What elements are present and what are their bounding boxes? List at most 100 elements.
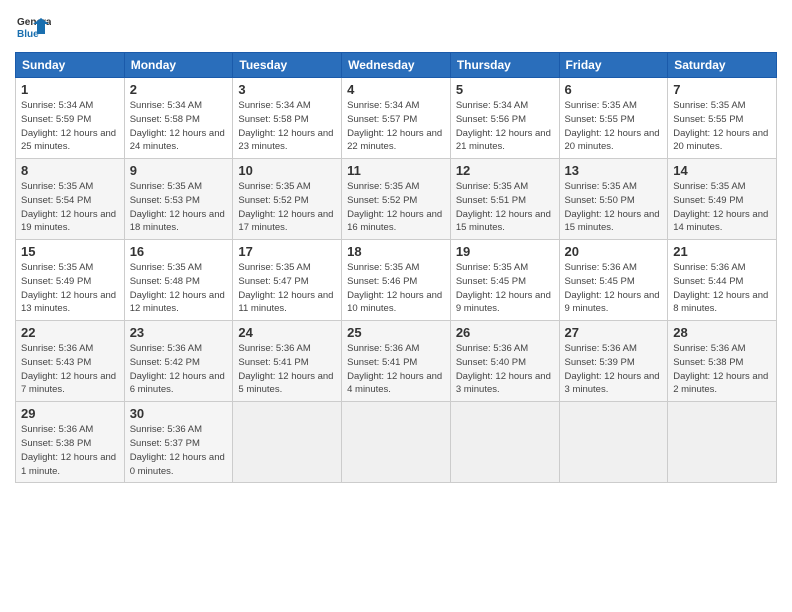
day-number: 18 [347, 244, 445, 259]
day-info: Sunrise: 5:36 AMSunset: 5:41 PMDaylight:… [347, 342, 445, 397]
day-info: Sunrise: 5:36 AMSunset: 5:43 PMDaylight:… [21, 342, 119, 397]
day-info: Sunrise: 5:36 AMSunset: 5:37 PMDaylight:… [130, 423, 228, 478]
day-info: Sunrise: 5:35 AMSunset: 5:52 PMDaylight:… [238, 180, 336, 235]
table-cell: 21 Sunrise: 5:36 AMSunset: 5:44 PMDayligh… [668, 240, 777, 321]
day-number: 13 [565, 163, 663, 178]
day-info: Sunrise: 5:34 AMSunset: 5:58 PMDaylight:… [238, 99, 336, 154]
day-info: Sunrise: 5:35 AMSunset: 5:49 PMDaylight:… [21, 261, 119, 316]
table-cell: 8 Sunrise: 5:35 AMSunset: 5:54 PMDaylight… [16, 159, 125, 240]
table-cell: 16 Sunrise: 5:35 AMSunset: 5:48 PMDayligh… [124, 240, 233, 321]
day-info: Sunrise: 5:34 AMSunset: 5:57 PMDaylight:… [347, 99, 445, 154]
day-number: 12 [456, 163, 554, 178]
calendar-header-row: Sunday Monday Tuesday Wednesday Thursday… [16, 53, 777, 78]
day-number: 4 [347, 82, 445, 97]
day-info: Sunrise: 5:36 AMSunset: 5:38 PMDaylight:… [673, 342, 771, 397]
col-monday: Monday [124, 53, 233, 78]
table-cell: 13 Sunrise: 5:35 AMSunset: 5:50 PMDayligh… [559, 159, 668, 240]
day-number: 20 [565, 244, 663, 259]
logo-icon: General Blue [15, 10, 51, 46]
day-info: Sunrise: 5:36 AMSunset: 5:38 PMDaylight:… [21, 423, 119, 478]
week-row-1: 1 Sunrise: 5:34 AMSunset: 5:59 PMDaylight… [16, 78, 777, 159]
day-number: 9 [130, 163, 228, 178]
table-cell [559, 402, 668, 483]
day-info: Sunrise: 5:35 AMSunset: 5:49 PMDaylight:… [673, 180, 771, 235]
table-cell: 29Sunrise: 5:36 AMSunset: 5:38 PMDayligh… [16, 402, 125, 483]
day-info: Sunrise: 5:34 AMSunset: 5:56 PMDaylight:… [456, 99, 554, 154]
table-cell: 3 Sunrise: 5:34 AMSunset: 5:58 PMDaylight… [233, 78, 342, 159]
day-number: 11 [347, 163, 445, 178]
day-number: 19 [456, 244, 554, 259]
col-tuesday: Tuesday [233, 53, 342, 78]
table-cell: 12Sunrise: 5:35 AMSunset: 5:51 PMDayligh… [450, 159, 559, 240]
day-info: Sunrise: 5:34 AMSunset: 5:58 PMDaylight:… [130, 99, 228, 154]
day-info: Sunrise: 5:36 AMSunset: 5:44 PMDaylight:… [673, 261, 771, 316]
page-container: General Blue Sunday Monday Tuesday Wedne… [0, 0, 792, 488]
day-info: Sunrise: 5:34 AMSunset: 5:59 PMDaylight:… [21, 99, 119, 154]
day-number: 28 [673, 325, 771, 340]
day-number: 16 [130, 244, 228, 259]
day-number: 30 [130, 406, 228, 421]
table-cell: 11 Sunrise: 5:35 AMSunset: 5:52 PMDayligh… [342, 159, 451, 240]
day-number: 2 [130, 82, 228, 97]
day-number: 1 [21, 82, 119, 97]
week-row-2: 8 Sunrise: 5:35 AMSunset: 5:54 PMDaylight… [16, 159, 777, 240]
table-cell: 22 Sunrise: 5:36 AMSunset: 5:43 PMDayligh… [16, 321, 125, 402]
day-number: 15 [21, 244, 119, 259]
col-sunday: Sunday [16, 53, 125, 78]
day-number: 8 [21, 163, 119, 178]
table-cell: 7 Sunrise: 5:35 AMSunset: 5:55 PMDaylight… [668, 78, 777, 159]
table-cell: 26Sunrise: 5:36 AMSunset: 5:40 PMDayligh… [450, 321, 559, 402]
day-info: Sunrise: 5:35 AMSunset: 5:50 PMDaylight:… [565, 180, 663, 235]
day-number: 27 [565, 325, 663, 340]
day-number: 25 [347, 325, 445, 340]
day-number: 5 [456, 82, 554, 97]
day-number: 14 [673, 163, 771, 178]
day-number: 22 [21, 325, 119, 340]
table-cell: 1 Sunrise: 5:34 AMSunset: 5:59 PMDaylight… [16, 78, 125, 159]
day-number: 3 [238, 82, 336, 97]
day-info: Sunrise: 5:35 AMSunset: 5:55 PMDaylight:… [565, 99, 663, 154]
table-cell: 30 Sunrise: 5:36 AMSunset: 5:37 PMDayligh… [124, 402, 233, 483]
table-cell: 5 Sunrise: 5:34 AMSunset: 5:56 PMDaylight… [450, 78, 559, 159]
table-cell [233, 402, 342, 483]
table-cell: 27 Sunrise: 5:36 AMSunset: 5:39 PMDayligh… [559, 321, 668, 402]
day-info: Sunrise: 5:36 AMSunset: 5:45 PMDaylight:… [565, 261, 663, 316]
table-cell: 28 Sunrise: 5:36 AMSunset: 5:38 PMDayligh… [668, 321, 777, 402]
day-info: Sunrise: 5:35 AMSunset: 5:45 PMDaylight:… [456, 261, 554, 316]
table-cell: 4 Sunrise: 5:34 AMSunset: 5:57 PMDaylight… [342, 78, 451, 159]
day-number: 17 [238, 244, 336, 259]
table-cell: 20 Sunrise: 5:36 AMSunset: 5:45 PMDayligh… [559, 240, 668, 321]
day-info: Sunrise: 5:35 AMSunset: 5:53 PMDaylight:… [130, 180, 228, 235]
table-cell: 9 Sunrise: 5:35 AMSunset: 5:53 PMDaylight… [124, 159, 233, 240]
day-number: 10 [238, 163, 336, 178]
day-info: Sunrise: 5:36 AMSunset: 5:39 PMDaylight:… [565, 342, 663, 397]
logo: General Blue [15, 10, 55, 46]
table-cell: 2 Sunrise: 5:34 AMSunset: 5:58 PMDaylight… [124, 78, 233, 159]
day-info: Sunrise: 5:36 AMSunset: 5:41 PMDaylight:… [238, 342, 336, 397]
table-cell [668, 402, 777, 483]
col-saturday: Saturday [668, 53, 777, 78]
table-cell: 15 Sunrise: 5:35 AMSunset: 5:49 PMDayligh… [16, 240, 125, 321]
day-number: 26 [456, 325, 554, 340]
table-cell: 23Sunrise: 5:36 AMSunset: 5:42 PMDayligh… [124, 321, 233, 402]
day-info: Sunrise: 5:35 AMSunset: 5:47 PMDaylight:… [238, 261, 336, 316]
week-row-5: 29Sunrise: 5:36 AMSunset: 5:38 PMDayligh… [16, 402, 777, 483]
table-cell: 17 Sunrise: 5:35 AMSunset: 5:47 PMDayligh… [233, 240, 342, 321]
day-number: 21 [673, 244, 771, 259]
day-info: Sunrise: 5:35 AMSunset: 5:46 PMDaylight:… [347, 261, 445, 316]
table-cell: 24Sunrise: 5:36 AMSunset: 5:41 PMDayligh… [233, 321, 342, 402]
table-cell: 14 Sunrise: 5:35 AMSunset: 5:49 PMDayligh… [668, 159, 777, 240]
day-number: 7 [673, 82, 771, 97]
table-cell: 18 Sunrise: 5:35 AMSunset: 5:46 PMDayligh… [342, 240, 451, 321]
week-row-3: 15 Sunrise: 5:35 AMSunset: 5:49 PMDayligh… [16, 240, 777, 321]
week-row-4: 22 Sunrise: 5:36 AMSunset: 5:43 PMDayligh… [16, 321, 777, 402]
table-cell [342, 402, 451, 483]
day-number: 23 [130, 325, 228, 340]
table-cell: 6 Sunrise: 5:35 AMSunset: 5:55 PMDaylight… [559, 78, 668, 159]
svg-text:Blue: Blue [17, 29, 39, 40]
day-info: Sunrise: 5:35 AMSunset: 5:48 PMDaylight:… [130, 261, 228, 316]
day-info: Sunrise: 5:35 AMSunset: 5:54 PMDaylight:… [21, 180, 119, 235]
day-number: 6 [565, 82, 663, 97]
day-info: Sunrise: 5:35 AMSunset: 5:52 PMDaylight:… [347, 180, 445, 235]
day-info: Sunrise: 5:35 AMSunset: 5:55 PMDaylight:… [673, 99, 771, 154]
